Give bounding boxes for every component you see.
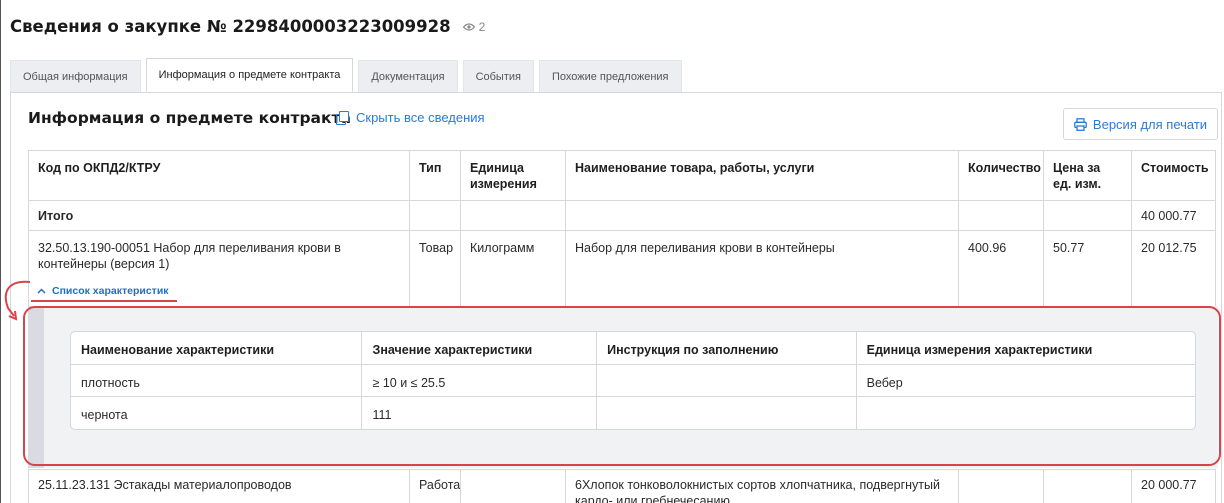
- item-name: 6Хлопок тонковолокнистых сортов хлопчатн…: [566, 470, 959, 503]
- chevron-up-icon: [37, 288, 46, 294]
- item-price: 50.77: [1044, 231, 1132, 307]
- item-quantity: [959, 470, 1044, 503]
- col-quantity: Количество: [959, 151, 1044, 200]
- highlight-underline: [31, 300, 177, 302]
- collapse-icon: [336, 110, 349, 125]
- col-unit: Единица измерения: [461, 151, 566, 200]
- col-unit-price: Цена за ед. изм.: [1044, 151, 1132, 200]
- hide-all-link[interactable]: Скрыть все сведения: [336, 110, 485, 125]
- tab-events[interactable]: События: [462, 60, 534, 92]
- tab-general-info[interactable]: Общая информация: [10, 60, 141, 92]
- table-header-row: Код по ОКПД2/КТРУ Тип Единица измерения …: [29, 151, 1216, 201]
- highlight-box: [23, 306, 1221, 466]
- col-okpd-code: Код по ОКПД2/КТРУ: [29, 151, 410, 200]
- table-row: 32.50.13.190-00051 Набор для переливания…: [29, 231, 1216, 307]
- item-unit: Килограмм: [461, 231, 566, 307]
- item-type: Работа: [410, 470, 461, 503]
- tab-contract-subject[interactable]: Информация о предмете контракта: [145, 58, 354, 92]
- table-row: 25.11.23.131 Эстакады материалопроводов …: [29, 470, 1216, 503]
- item-type: Товар: [410, 231, 461, 307]
- views-counter: 2: [462, 19, 486, 34]
- contract-items-table: Код по ОКПД2/КТРУ Тип Единица измерения …: [28, 150, 1216, 308]
- print-version-button[interactable]: Версия для печати: [1063, 108, 1218, 140]
- tab-documentation[interactable]: Документация: [358, 60, 458, 92]
- section-title: Информация о предмете контракта: [28, 109, 351, 127]
- item-cost: 20 012.75: [1132, 231, 1216, 307]
- item-code: 25.11.23.131 Эстакады материалопроводов: [29, 470, 410, 503]
- item-quantity: 400.96: [959, 231, 1044, 307]
- hide-all-label: Скрыть все сведения: [356, 110, 485, 125]
- item-unit: [461, 470, 566, 503]
- col-type: Тип: [410, 151, 461, 200]
- table-total-row: Итого 40 000.77: [29, 201, 1216, 231]
- characteristics-toggle[interactable]: Список характеристик: [37, 285, 169, 297]
- tab-similar-offers[interactable]: Похожие предложения: [538, 60, 682, 92]
- col-item-name: Наименование товара, работы, услуги: [566, 151, 959, 200]
- characteristics-toggle-label: Список характеристик: [52, 285, 169, 297]
- item-name: Набор для переливания крови в контейнеры: [566, 231, 959, 307]
- page-header: Сведения о закупке № 2298400003223009928…: [10, 17, 485, 36]
- total-label: Итого: [29, 201, 410, 230]
- printer-icon: [1074, 117, 1087, 131]
- views-count: 2: [478, 19, 486, 34]
- item-price: [1044, 470, 1132, 503]
- contract-items-table-continued: 25.11.23.131 Эстакады материалопроводов …: [28, 469, 1216, 503]
- item-cost: 20 000.77: [1132, 470, 1216, 503]
- tab-bar: Общая информация Информация о предмете к…: [10, 58, 687, 92]
- print-version-label: Версия для печати: [1092, 116, 1208, 132]
- eye-icon: [462, 22, 475, 31]
- col-cost: Стоимость: [1132, 151, 1216, 200]
- page-title: Сведения о закупке № 2298400003223009928: [10, 17, 451, 36]
- total-cost: 40 000.77: [1132, 201, 1216, 230]
